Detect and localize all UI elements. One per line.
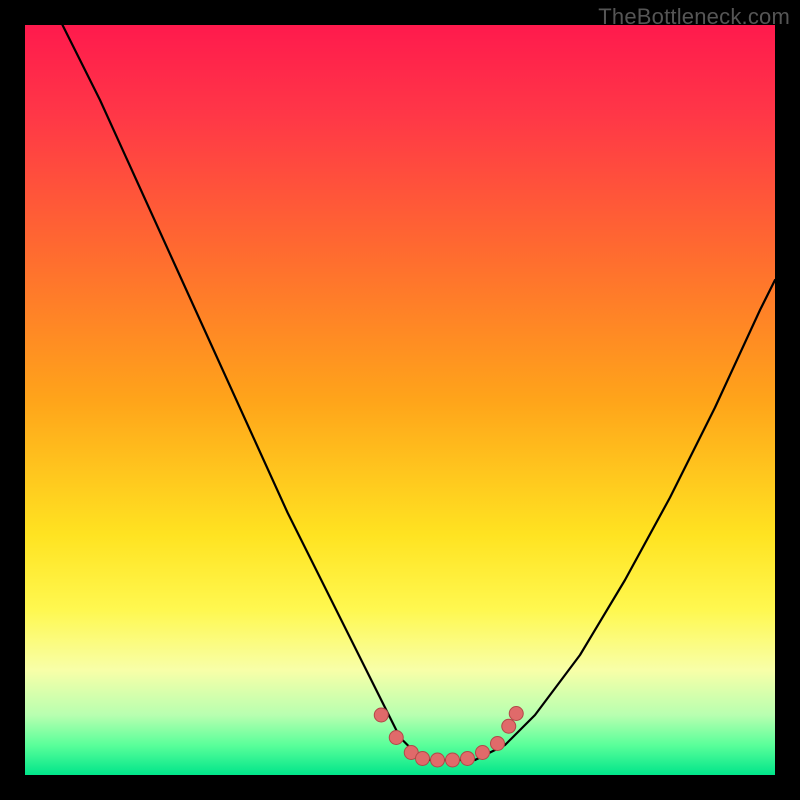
curve-marker (502, 719, 516, 733)
gradient-backdrop (25, 25, 775, 775)
curve-marker (431, 753, 445, 767)
curve-marker (446, 753, 460, 767)
chart-stage: TheBottleneck.com (0, 0, 800, 800)
curve-marker (374, 708, 388, 722)
curve-marker (476, 746, 490, 760)
curve-marker (416, 752, 430, 766)
curve-marker (389, 731, 403, 745)
curve-marker (461, 752, 475, 766)
curve-marker (491, 737, 505, 751)
curve-marker (509, 707, 523, 721)
chart-svg (25, 25, 775, 775)
plot-area (25, 25, 775, 775)
